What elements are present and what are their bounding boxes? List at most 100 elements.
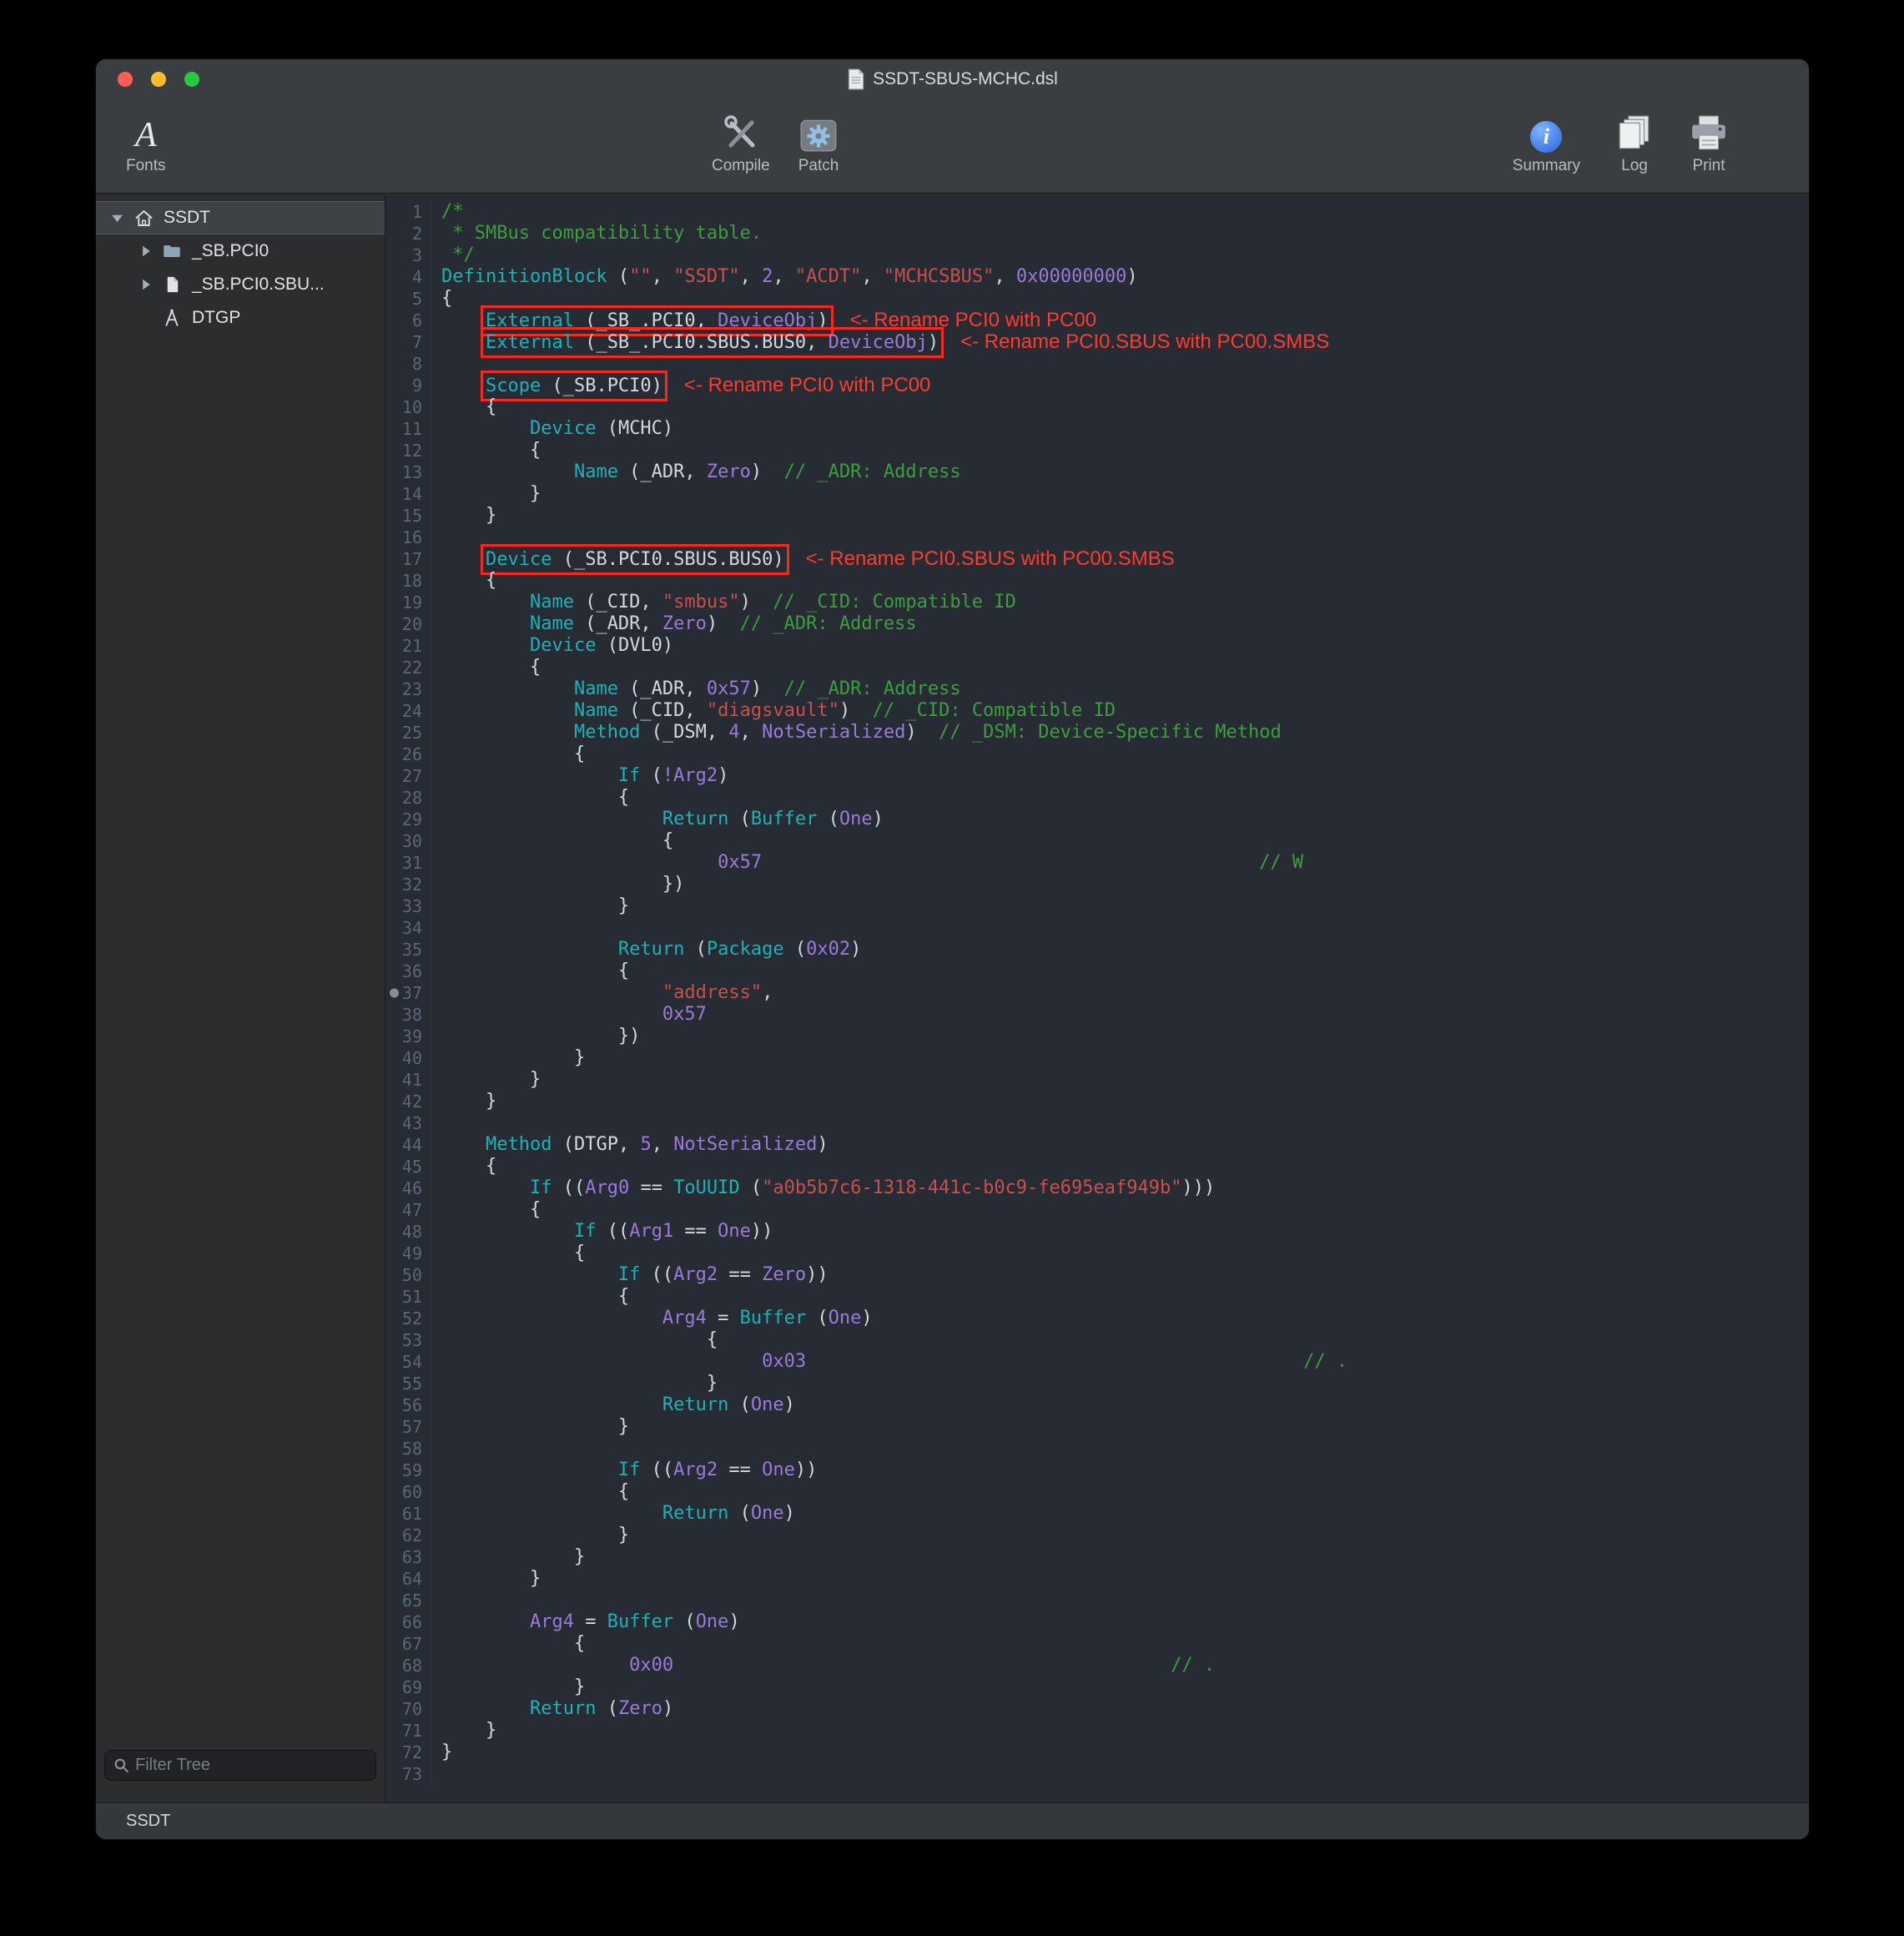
patch-button[interactable]: Patch [798, 109, 839, 175]
code-line[interactable]: 30 { [385, 830, 1809, 852]
code-line[interactable]: 45 { [385, 1156, 1809, 1177]
code-line[interactable]: 35 Return (Package (0x02) [385, 939, 1809, 960]
code-line[interactable]: 64 } [385, 1568, 1809, 1590]
filter-tree-field[interactable] [104, 1750, 376, 1781]
code-line[interactable]: 65 [385, 1590, 1809, 1611]
code-line[interactable]: 73 [385, 1763, 1809, 1785]
code-line[interactable]: 46 If ((Arg0 == ToUUID ("a0b5b7c6-1318-4… [385, 1177, 1809, 1199]
code-line[interactable]: 4DefinitionBlock ("", "SSDT", 2, "ACDT",… [385, 266, 1809, 288]
code-line[interactable]: 51 { [385, 1286, 1809, 1308]
code-line[interactable]: 34 [385, 917, 1809, 939]
code-line[interactable]: 48 If ((Arg1 == One)) [385, 1221, 1809, 1243]
code-line[interactable]: 52 Arg4 = Buffer (One) [385, 1308, 1809, 1329]
compile-button[interactable]: Compile [712, 109, 770, 175]
code-line[interactable]: 22 { [385, 657, 1809, 678]
code-text: } [431, 1525, 629, 1546]
code-line[interactable]: 16 [385, 527, 1809, 548]
disclosure-collapsed-icon[interactable] [139, 245, 152, 258]
code-line[interactable]: 55 } [385, 1373, 1809, 1394]
code-line[interactable]: 37 "address", [385, 982, 1809, 1004]
code-line[interactable]: 2 * SMBus compatibility table. [385, 223, 1809, 245]
code-line[interactable]: 53 { [385, 1329, 1809, 1351]
code-line[interactable]: 66 Arg4 = Buffer (One) [385, 1611, 1809, 1633]
print-button[interactable]: Print [1689, 109, 1729, 175]
code-line[interactable]: 63 } [385, 1546, 1809, 1568]
code-line[interactable]: 44 Method (DTGP, 5, NotSerialized) [385, 1134, 1809, 1156]
sidebar-item-sb-pci0[interactable]: _SB.PCI0 [96, 234, 385, 268]
code-line[interactable]: 7 External (_SB_.PCI0.SBUS.BUS0, DeviceO… [385, 331, 1809, 353]
code-line[interactable]: 70 Return (Zero) [385, 1698, 1809, 1720]
code-line[interactable]: 36 { [385, 960, 1809, 982]
code-line[interactable]: 28 { [385, 787, 1809, 809]
code-line[interactable]: 6 External (_SB_.PCI0, DeviceObj)<- Rena… [385, 310, 1809, 331]
code-line[interactable]: 26 { [385, 744, 1809, 765]
code-line[interactable]: 24 Name (_CID, "diagsvault") // _CID: Co… [385, 700, 1809, 722]
code-line[interactable]: 67 { [385, 1633, 1809, 1655]
disclosure-expanded-icon[interactable] [111, 212, 123, 224]
code-line[interactable]: 71 } [385, 1720, 1809, 1742]
code-line[interactable]: 3 */ [385, 245, 1809, 266]
code-line[interactable]: 68 0x00 // . [385, 1655, 1809, 1676]
code-line[interactable]: 38 0x57 [385, 1004, 1809, 1026]
code-line[interactable]: 25 Method (_DSM, 4, NotSerialized) // _D… [385, 722, 1809, 744]
summary-button[interactable]: i Summary [1513, 109, 1580, 175]
code-line[interactable]: 57 } [385, 1416, 1809, 1438]
code-line[interactable]: 13 Name (_ADR, Zero) // _ADR: Address [385, 461, 1809, 483]
filter-tree-input[interactable] [135, 1756, 367, 1775]
code-line[interactable]: 18 { [385, 570, 1809, 592]
code-line[interactable]: 9 Scope (_SB.PCI0)<- Rename PCI0 with PC… [385, 375, 1809, 396]
code-line[interactable]: 39 }) [385, 1026, 1809, 1047]
code-text: Return (One) [431, 1394, 795, 1416]
code-line[interactable]: 17 Device (_SB.PCI0.SBUS.BUS0)<- Rename … [385, 548, 1809, 570]
sidebar-item-ssdt[interactable]: SSDT [96, 201, 385, 234]
sidebar-item-sb-pci0-sbu[interactable]: _SB.PCI0.SBU... [96, 268, 385, 301]
code-text: { [431, 787, 629, 809]
code-line[interactable]: 12 { [385, 440, 1809, 461]
code-line[interactable]: 69 } [385, 1676, 1809, 1698]
code-line[interactable]: 59 If ((Arg2 == One)) [385, 1460, 1809, 1481]
code-line[interactable]: 54 0x03 // . [385, 1351, 1809, 1373]
code-text: Name (_ADR, 0x57) // _ADR: Address [431, 678, 961, 700]
disclosure-collapsed-icon[interactable] [139, 279, 152, 291]
code-line[interactable]: 58 [385, 1438, 1809, 1460]
code-line[interactable]: 19 Name (_CID, "smbus") // _CID: Compati… [385, 592, 1809, 613]
code-line[interactable]: 10 { [385, 396, 1809, 418]
code-text: } [431, 1568, 541, 1590]
code-line[interactable]: 15 } [385, 505, 1809, 527]
code-line[interactable]: 32 }) [385, 874, 1809, 895]
line-number: 59 [385, 1460, 431, 1481]
code-line[interactable]: 5{ [385, 288, 1809, 310]
code-text: DefinitionBlock ("", "SSDT", 2, "ACDT", … [431, 266, 1138, 288]
code-line[interactable]: 8 [385, 353, 1809, 375]
code-editor[interactable]: 1/*2 * SMBus compatibility table.3 */4De… [385, 194, 1809, 1802]
code-line[interactable]: 20 Name (_ADR, Zero) // _ADR: Address [385, 613, 1809, 635]
code-line[interactable]: 23 Name (_ADR, 0x57) // _ADR: Address [385, 678, 1809, 700]
fonts-icon: A [135, 118, 157, 153]
log-button[interactable]: Log [1617, 109, 1652, 175]
code-line[interactable]: 11 Device (MCHC) [385, 418, 1809, 440]
code-line[interactable]: 43 [385, 1112, 1809, 1134]
code-text: { [431, 1199, 541, 1221]
code-line[interactable]: 41 } [385, 1069, 1809, 1091]
fonts-button[interactable]: A Fonts [126, 109, 166, 175]
code-line[interactable]: 33 } [385, 895, 1809, 917]
code-text: 0x57 [431, 1004, 707, 1026]
code-line[interactable]: 1/* [385, 201, 1809, 223]
code-line[interactable]: 49 { [385, 1243, 1809, 1264]
code-line[interactable]: 61 Return (One) [385, 1503, 1809, 1525]
code-line[interactable]: 42 } [385, 1091, 1809, 1112]
code-line[interactable]: 14 } [385, 483, 1809, 505]
code-line[interactable]: 29 Return (Buffer (One) [385, 809, 1809, 830]
code-line[interactable]: 27 If (!Arg2) [385, 765, 1809, 787]
code-line[interactable]: 47 { [385, 1199, 1809, 1221]
code-line[interactable]: 31 0x57 // W [385, 852, 1809, 874]
code-line[interactable]: 56 Return (One) [385, 1394, 1809, 1416]
code-line[interactable]: 60 { [385, 1481, 1809, 1503]
code-line[interactable]: 50 If ((Arg2 == Zero)) [385, 1264, 1809, 1286]
code-line[interactable]: 21 Device (DVL0) [385, 635, 1809, 657]
sidebar-item-dtgp[interactable]: DTGP [96, 301, 385, 335]
code-line[interactable]: 62 } [385, 1525, 1809, 1546]
code-line[interactable]: 72} [385, 1742, 1809, 1763]
code-line[interactable]: 40 } [385, 1047, 1809, 1069]
code-text: } [431, 483, 541, 505]
